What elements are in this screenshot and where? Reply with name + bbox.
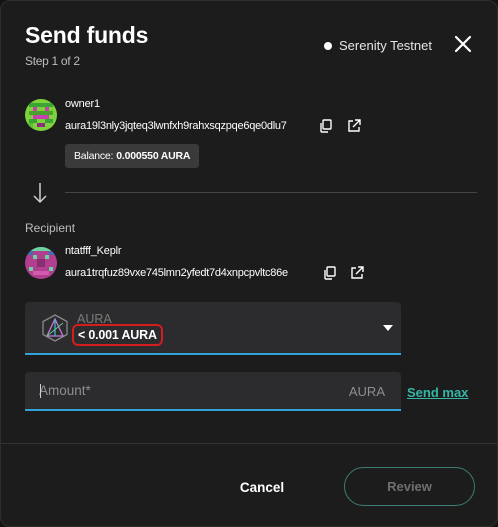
dialog-title: Send funds <box>25 22 149 48</box>
aura-token-icon <box>42 314 68 342</box>
amount-input[interactable] <box>39 372 319 409</box>
recipient-avatar <box>25 247 57 279</box>
close-icon <box>454 35 472 53</box>
token-select-dropdown[interactable]: AURA < 0.001 AURA <box>25 302 401 355</box>
sender-balance-badge: Balance: 0.000550 AURA <box>65 144 200 168</box>
section-divider <box>65 192 477 193</box>
copy-icon <box>324 266 336 280</box>
balance-value: 0.000550 AURA <box>116 150 191 162</box>
copy-icon <box>320 119 332 133</box>
recipient-name: ntatfff_Keplr <box>65 245 122 257</box>
close-button[interactable] <box>453 34 473 54</box>
review-button[interactable]: Review <box>344 467 475 506</box>
text-cursor <box>40 384 41 398</box>
cancel-button[interactable]: Cancel <box>225 471 299 503</box>
step-indicator: Step 1 of 2 <box>25 54 80 68</box>
network-name: Serenity Testnet <box>339 38 432 53</box>
token-balance-highlighted: < 0.001 AURA <box>72 324 163 346</box>
sender-address: aura19l3nly3jqteq3lwnfxh9rahxsqzpqe6qe0d… <box>65 120 287 132</box>
external-link-icon <box>348 119 361 132</box>
copy-recipient-address-button[interactable] <box>323 266 337 280</box>
balance-label: Balance: <box>74 150 114 162</box>
copy-sender-address-button[interactable] <box>319 119 333 133</box>
send-funds-dialog: Send funds Step 1 of 2 Serenity Testnet … <box>0 0 498 527</box>
send-max-link[interactable]: Send max <box>407 385 468 400</box>
network-status-dot-icon <box>324 41 332 50</box>
open-recipient-explorer-button[interactable] <box>350 266 364 280</box>
external-link-icon <box>351 266 364 279</box>
amount-unit: AURA <box>348 384 385 399</box>
footer-divider <box>1 443 497 444</box>
arrow-down-icon <box>33 183 47 204</box>
chevron-down-icon <box>383 325 393 331</box>
recipient-label: Recipient <box>25 221 76 235</box>
network-indicator: Serenity Testnet <box>324 38 432 53</box>
amount-field[interactable]: AURA <box>25 372 401 411</box>
sender-avatar <box>25 99 57 131</box>
recipient-address: aura1trqfuz89vxe745lmn2yfedt7d4xnpcpvltc… <box>65 267 288 279</box>
open-sender-explorer-button[interactable] <box>347 119 361 133</box>
sender-name: owner1 <box>65 98 100 110</box>
